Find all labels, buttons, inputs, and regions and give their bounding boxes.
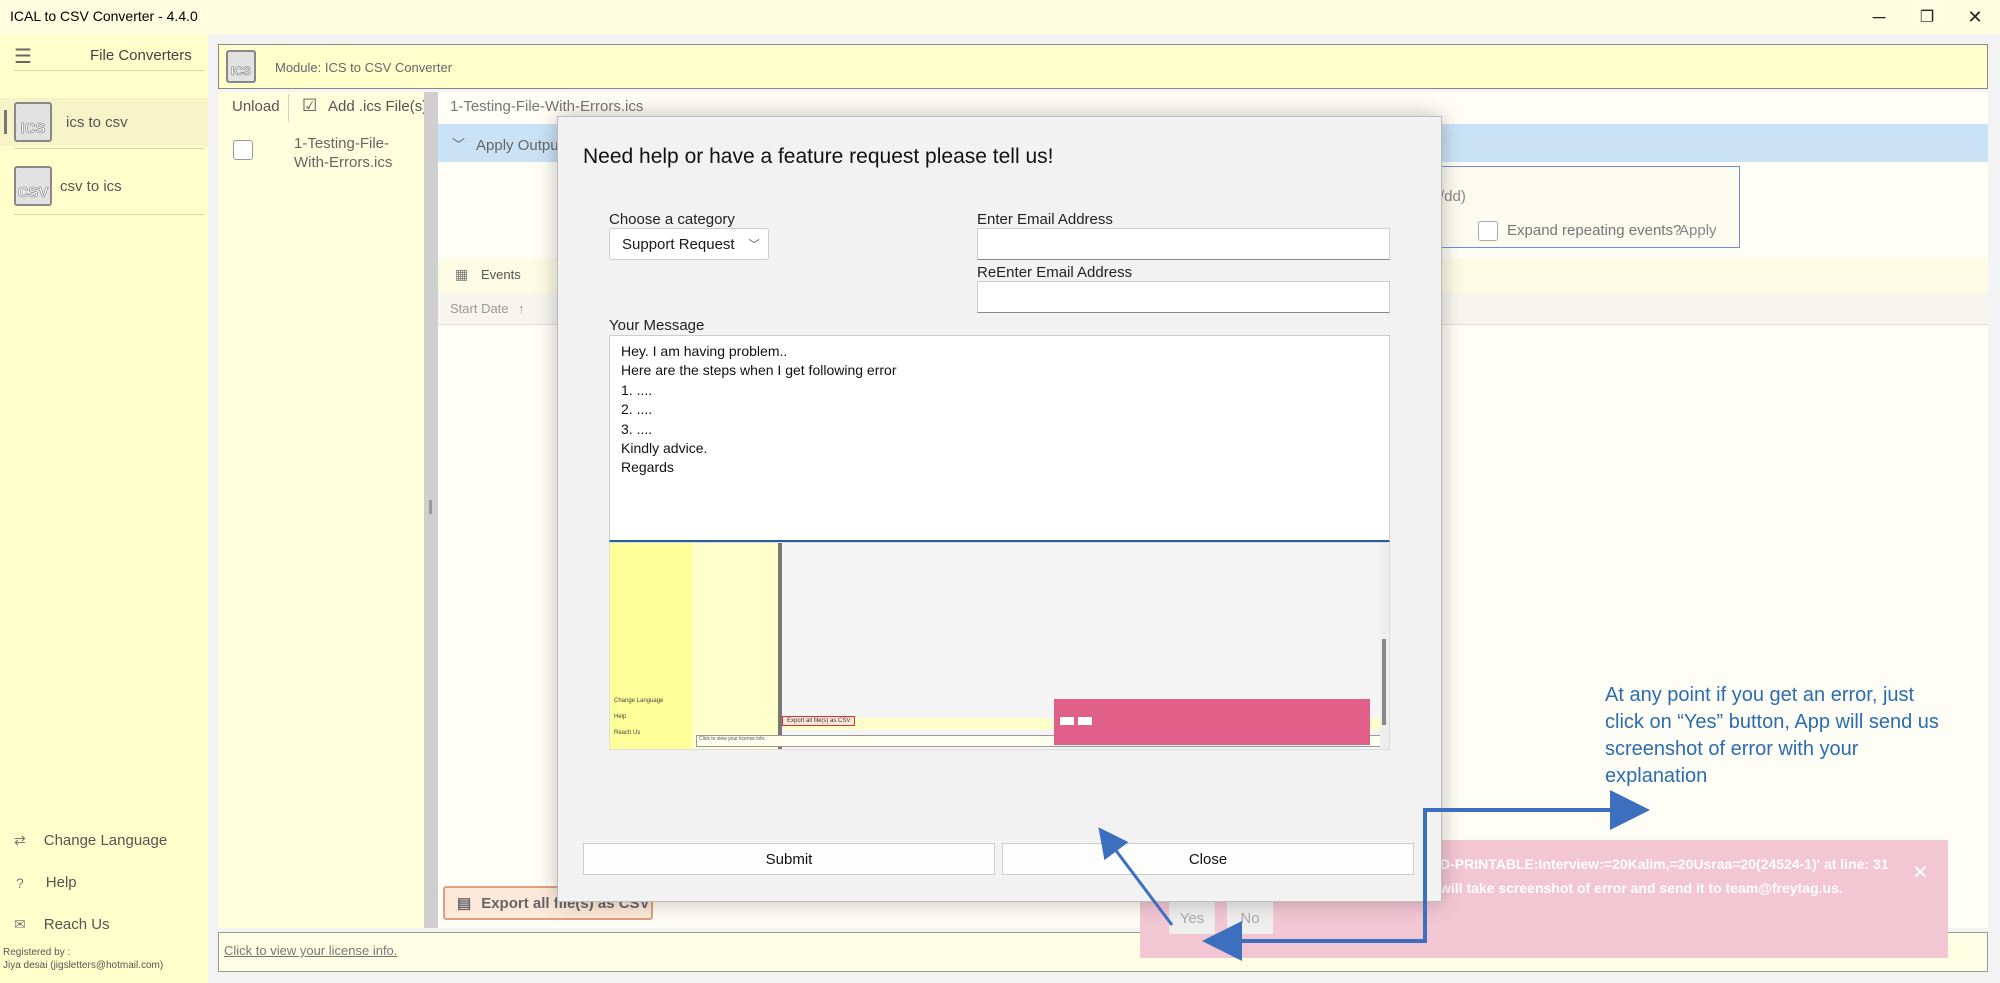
arrow-connector [1207,790,1650,943]
annotation-arrows [1098,790,1650,961]
arrow-to-dialog [1098,827,1174,926]
